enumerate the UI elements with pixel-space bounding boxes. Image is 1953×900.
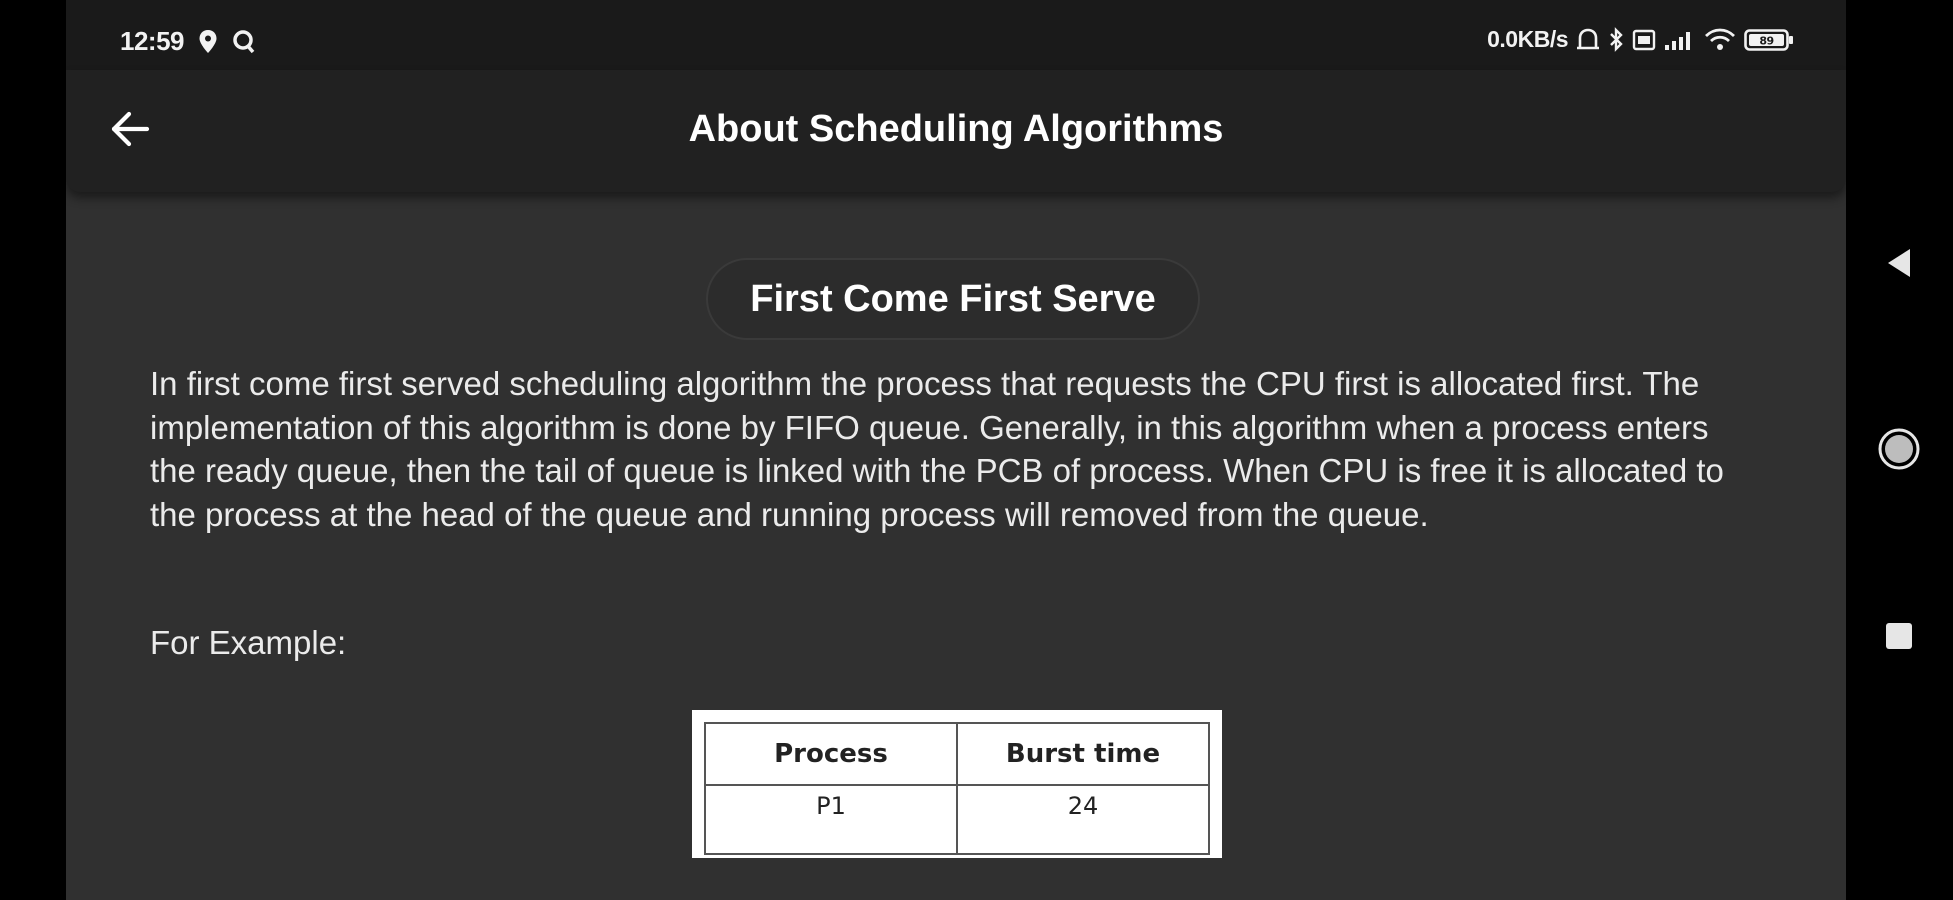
table-header-cell: Process — [704, 722, 958, 786]
battery-level: 89 — [1759, 34, 1773, 47]
wifi-icon — [1704, 27, 1736, 53]
bell-icon — [1576, 27, 1600, 53]
nav-home-button[interactable] — [1876, 428, 1922, 474]
section-title: First Come First Serve — [706, 258, 1200, 340]
q-app-icon — [232, 29, 256, 55]
content-area[interactable]: First Come First Serve In first come fir… — [66, 192, 1846, 900]
nav-back-button[interactable] — [1876, 242, 1922, 288]
description-text: In first come first served scheduling al… — [150, 365, 1724, 533]
app-screen: 12:59 0.0KB/s 89 About Scheduling Algori… — [66, 0, 1846, 900]
example-table-image: Process Burst time P1 24 — [692, 710, 1222, 858]
table-cell: 24 — [956, 784, 1210, 855]
signal-icon — [1664, 28, 1696, 52]
home-circle-icon — [1877, 427, 1921, 476]
battery-icon: 89 — [1744, 27, 1794, 53]
app-bar: About Scheduling Algorithms — [66, 70, 1846, 192]
network-speed: 0.0KB/s — [1487, 26, 1568, 52]
example-table: Process Burst time P1 24 — [704, 722, 1210, 855]
sim-icon — [1632, 28, 1656, 52]
table-cell: P1 — [704, 784, 958, 855]
back-triangle-icon — [1884, 246, 1914, 285]
table-header-row: Process Burst time — [704, 722, 1210, 786]
status-left: 12:59 — [120, 26, 256, 57]
status-right: 0.0KB/s 89 — [1487, 26, 1794, 53]
system-nav-bar — [1846, 0, 1953, 900]
location-pin-icon — [198, 29, 218, 55]
table-header-cell: Burst time — [956, 722, 1210, 786]
status-time: 12:59 — [120, 26, 185, 56]
bluetooth-icon — [1608, 26, 1624, 53]
status-bar: 12:59 0.0KB/s 89 — [66, 0, 1846, 70]
recents-square-icon — [1884, 621, 1914, 656]
nav-recents-button[interactable] — [1876, 615, 1922, 661]
table-row: P1 24 — [704, 784, 1210, 855]
example-label: For Example: — [150, 624, 347, 661]
page-title: About Scheduling Algorithms — [688, 108, 1224, 150]
